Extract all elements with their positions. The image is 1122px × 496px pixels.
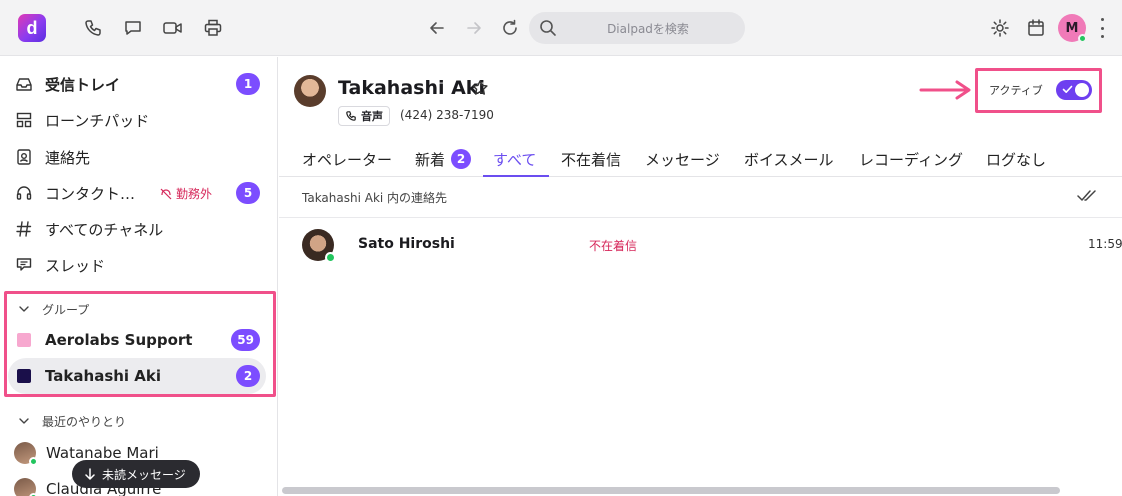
headset-icon [14,183,34,203]
sidebar-item-label: すべてのチャネル [45,220,164,239]
phone-icon [346,111,356,121]
contacts-icon [14,147,34,167]
group-item-takahashi-aki[interactable]: Takahashi Aki 2 [14,361,266,391]
hash-icon [14,219,34,239]
sidebar: 受信トレイ 1 ローンチパッド 連絡先 コンタクト… 勤務外 5 すべてのチャネ… [0,57,278,496]
list-subheader: Takahashi Aki 内の連絡先 [279,178,1122,218]
calendar-icon[interactable] [1024,16,1048,40]
dialpad-logo[interactable]: d [18,14,46,42]
mark-all-read-icon[interactable] [1077,189,1097,207]
tab-new[interactable]: 新着 2 [415,149,472,177]
avatar [14,478,38,496]
search-input[interactable]: Dialpadを検索 [529,12,745,44]
chevron-down-icon [19,418,29,424]
tab-voicemail[interactable]: ボイスメール [744,149,834,177]
more-options-icon[interactable] [1098,18,1106,38]
phone-icon[interactable] [81,16,105,40]
sidebar-item-threads[interactable]: スレッド [14,250,266,280]
sidebar-item-label: コンタクト… [45,184,136,203]
check-icon [1062,85,1073,93]
unread-messages-button[interactable]: 未読メッセージ [72,460,200,488]
group-item-label: Takahashi Aki [45,367,162,385]
unread-badge: 2 [451,149,472,169]
headset-off-icon [160,188,172,199]
search-placeholder: Dialpadを検索 [607,22,689,36]
arrow-down-icon [85,468,95,480]
sidebar-item-contacts[interactable]: 連絡先 [14,142,266,172]
contact-name: Sato Hiroshi [358,236,455,252]
chevron-down-icon [19,306,29,312]
unread-badge: 2 [236,365,260,387]
missed-call-status: 不在着信 [589,239,638,253]
groups-section-header[interactable]: グループ [18,299,89,319]
gear-icon[interactable] [988,16,1012,40]
inbox-icon [14,74,34,94]
unread-badge: 5 [236,182,260,204]
sidebar-item-inbox[interactable]: 受信トレイ 1 [14,69,266,99]
sidebar-item-label: 連絡先 [45,148,91,167]
list-subheading: Takahashi Aki 内の連絡先 [302,191,448,205]
table-row[interactable]: Sato Hiroshi 不在着信 11:59 [279,219,1122,271]
launchpad-icon [14,110,34,130]
sidebar-item-contact-center[interactable]: コンタクト… 勤務外 5 [14,178,266,208]
sidebar-item-launchpad[interactable]: ローンチパッド [14,105,266,135]
page-title: Takahashi Aki [338,77,485,99]
voice-chip[interactable]: 音声 [338,106,390,126]
annotation-arrow-icon [919,79,975,105]
star-icon[interactable] [471,79,489,101]
tab-all[interactable]: すべて [493,149,536,177]
back-arrow-icon[interactable] [425,16,449,40]
tab-operator[interactable]: オペレーター [302,149,392,177]
online-status-dot [29,457,38,466]
group-color-swatch [17,333,31,347]
sidebar-item-label: ローンチパッド [45,111,150,130]
video-icon[interactable] [161,16,185,40]
user-avatar[interactable]: M [1058,14,1087,43]
avatar [14,442,38,466]
tab-missed[interactable]: 不在着信 [561,149,621,177]
sidebar-item-label: スレッド [45,256,106,275]
tab-bar: オペレーター 新着 2 すべて 不在着信 メッセージ ボイスメール レコーディン… [279,141,1122,177]
group-color-swatch [17,369,31,383]
avatar [302,229,336,263]
tab-recordings[interactable]: レコーディング [859,149,963,177]
tab-no-log[interactable]: ログなし [986,149,1046,177]
group-item-aerolabs-support[interactable]: Aerolabs Support 59 [14,325,266,355]
top-bar: d Dialpadを検索 M [0,0,1122,56]
group-item-label: Aerolabs Support [45,331,193,349]
active-tab-underline [483,175,549,177]
unread-badge: 1 [236,73,260,95]
sidebar-item-all-channels[interactable]: すべてのチャネル [14,214,266,244]
message-icon[interactable] [121,16,145,40]
horizontal-scrollbar[interactable] [282,487,1060,494]
threads-icon [14,255,34,275]
off-duty-status: 勤務外 [160,185,212,202]
refresh-icon[interactable] [498,16,522,40]
online-status-dot [325,252,336,263]
tab-messages[interactable]: メッセージ [645,149,720,177]
timestamp: 11:59 [1088,237,1122,251]
phone-number: (424) 238-7190 [400,108,494,122]
main-panel: Takahashi Aki 音声 (424) 238-7190 アクティブ オペ… [279,57,1122,496]
active-label: アクティブ [989,84,1043,97]
avatar[interactable] [294,75,326,107]
unread-badge: 59 [231,329,260,351]
active-toggle[interactable] [1056,80,1092,100]
online-status-dot [1078,34,1087,43]
toggle-knob [1075,83,1089,97]
recent-section-header[interactable]: 最近のやりとり [18,411,126,431]
sidebar-item-label: 受信トレイ [45,75,121,94]
forward-arrow-icon[interactable] [462,16,486,40]
printer-icon[interactable] [201,16,225,40]
